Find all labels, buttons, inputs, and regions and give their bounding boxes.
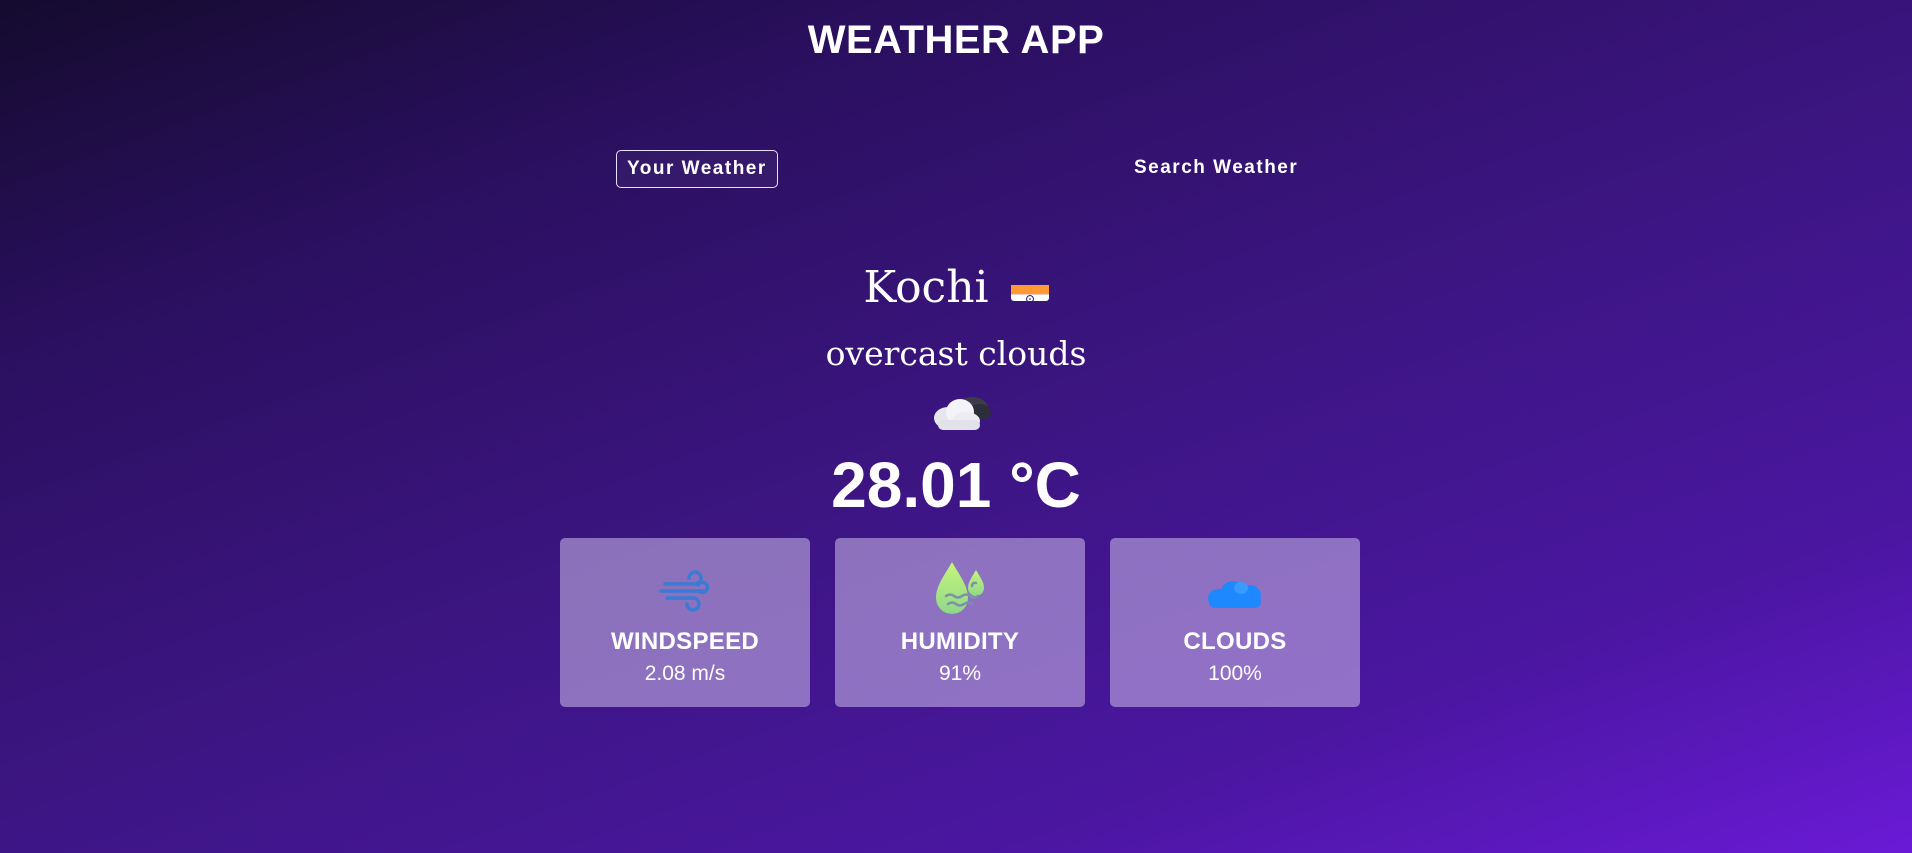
humidity-value: 91% [938,662,982,685]
city-name: Kochi [863,262,989,313]
clouds-card: CLOUDS 100% [1110,538,1360,707]
clouds-value: 100% [1208,662,1262,685]
india-flag-icon [1010,273,1049,301]
app-title: WEATHER APP [807,18,1105,62]
city-heading: Kochi [0,262,1912,313]
humidity-label: HUMIDITY [900,628,1020,655]
windspeed-card: WINDSPEED 2.08 m/s [560,538,810,707]
windspeed-value: 2.08 m/s [644,662,726,685]
windspeed-label: WINDSPEED [610,628,760,655]
cloud-moon-icon [926,388,996,434]
clouds-label: CLOUDS [1183,628,1287,655]
tab-search-weather[interactable]: Search Weather [1123,149,1309,187]
weather-description: overcast clouds [825,334,1087,373]
humidity-drops-icon [930,560,990,620]
humidity-card: HUMIDITY 91% [835,538,1085,707]
temperature: 28.01 °C [831,449,1081,521]
stats-cards: WINDSPEED 2.08 m/s HUMIDITY 91% CLOUDS 1… [560,538,1360,708]
wind-icon [655,560,715,620]
clouds-icon [1205,560,1265,620]
tab-bar: Your Weather Search Weather [0,150,1912,190]
tab-your-weather[interactable]: Your Weather [616,150,778,188]
